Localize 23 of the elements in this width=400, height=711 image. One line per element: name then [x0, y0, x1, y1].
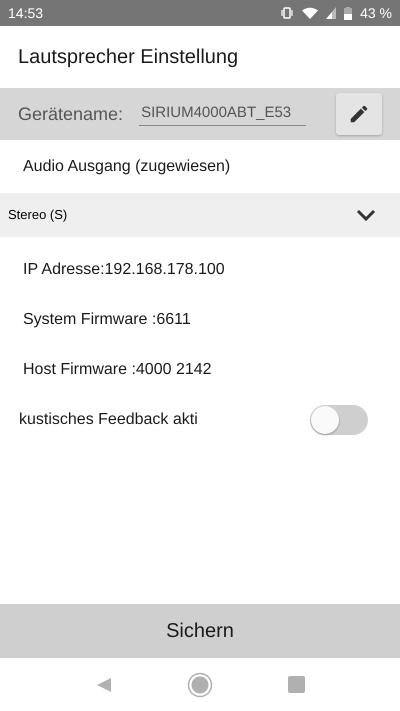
- chevron-down-icon: [356, 209, 376, 221]
- wifi-icon: [302, 7, 318, 19]
- vibrate-icon: [280, 7, 294, 19]
- save-button[interactable]: Sichern: [0, 604, 400, 658]
- signal-icon: [326, 7, 336, 19]
- setting-label: kustisches Feedback akti: [19, 410, 198, 430]
- home-icon[interactable]: [186, 672, 212, 698]
- audio-output-dropdown[interactable]: Stereo (S): [0, 193, 400, 237]
- device-name-label: Gerätename:: [18, 102, 124, 126]
- audio-output-label: Audio Ausgang (zugewiesen): [23, 156, 230, 176]
- battery-percentage: 43 %: [360, 4, 392, 22]
- device-name-field[interactable]: SIRIUM4000ABT_E53: [139, 102, 306, 126]
- edit-button[interactable]: [336, 93, 382, 135]
- battery-icon: [344, 6, 352, 20]
- back-icon[interactable]: [96, 676, 112, 692]
- info-text: System Firmware :6611: [23, 310, 191, 330]
- toggle-switch[interactable]: [310, 405, 368, 435]
- screen-title: Lautsprecher Einstellung: [18, 45, 238, 70]
- pencil-icon: [348, 103, 370, 125]
- status-time: 14:53: [8, 4, 44, 22]
- info-text: Host Firmware :4000 2142: [23, 360, 212, 380]
- recents-icon[interactable]: [288, 676, 304, 693]
- info-text: IP Adresse:192.168.178.100: [23, 260, 225, 280]
